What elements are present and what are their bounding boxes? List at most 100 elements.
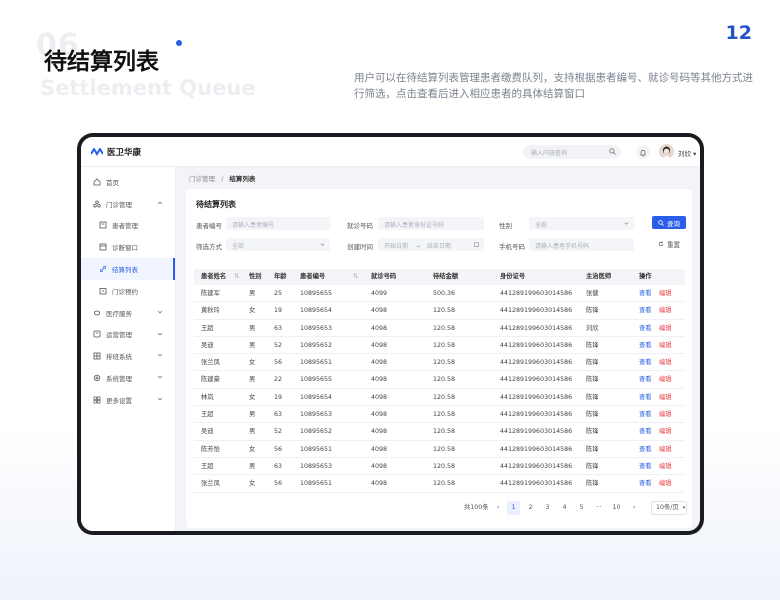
view-link[interactable]: 查看 bbox=[639, 406, 652, 423]
edit-link[interactable]: 编辑 bbox=[659, 458, 672, 475]
cell-patient-no: 10895653 bbox=[300, 462, 333, 470]
user-menu[interactable]: 刘欣 ▾ bbox=[678, 148, 696, 158]
table-row[interactable]: 张兰凤 女 56 10895651 4098 120.58 4412891996030145… bbox=[194, 475, 685, 493]
search-button-label: 查询 bbox=[667, 219, 680, 228]
page-title: 待结算列表 bbox=[44, 49, 159, 75]
edit-link[interactable]: 编辑 bbox=[659, 406, 672, 423]
cell-gender: 男 bbox=[249, 411, 256, 419]
cell-age: 56 bbox=[274, 359, 283, 367]
search-icon[interactable] bbox=[609, 148, 616, 155]
patient-no-input[interactable]: 请输入患者编号 bbox=[226, 217, 330, 230]
edit-link[interactable]: 编辑 bbox=[659, 389, 672, 406]
cell-amount: 120.58 bbox=[433, 411, 456, 419]
sidebar-item-patients[interactable]: 患者管理 bbox=[81, 215, 175, 237]
col-name: 患者姓名 bbox=[201, 273, 227, 280]
gender-select[interactable]: 全部 bbox=[529, 217, 634, 230]
view-link[interactable]: 查看 bbox=[639, 441, 652, 458]
search-input[interactable]: 输入内容查询 bbox=[523, 145, 621, 159]
cell-visit-no: 4098 bbox=[371, 462, 388, 470]
cell-id-card: 441289199603014586 bbox=[500, 324, 573, 332]
edit-link[interactable]: 编辑 bbox=[659, 337, 672, 354]
sort-icon[interactable]: ⇅ bbox=[353, 269, 358, 285]
date-range-picker[interactable]: 开始日期 → 结束日期 bbox=[378, 238, 484, 251]
cell-doctor: 陈锋 bbox=[586, 445, 599, 453]
sidebar-item-settlement[interactable]: 结算列表 bbox=[81, 258, 175, 280]
page-4[interactable]: 4 bbox=[558, 501, 571, 515]
filter-mode-label: 筛选方式 bbox=[196, 243, 222, 251]
sidebar-item-label: 首页 bbox=[106, 178, 119, 187]
view-link[interactable]: 查看 bbox=[639, 389, 652, 406]
link-icon bbox=[99, 266, 107, 273]
table-row[interactable]: 吴迪 男 52 10895652 4098 120.58 44128919960301458… bbox=[194, 337, 685, 355]
view-link[interactable]: 查看 bbox=[639, 354, 652, 371]
table-row[interactable]: 王超 男 63 10895653 4098 120.58 44128919960301458… bbox=[194, 406, 685, 424]
sidebar-item-operation[interactable]: 运营管理 bbox=[81, 324, 175, 346]
table-row[interactable]: 陈建豪 男 22 10895655 4098 120.58 4412891996030145… bbox=[194, 371, 685, 389]
sidebar-item-medical[interactable]: 医疗服务 bbox=[81, 302, 175, 324]
cell-amount: 120.58 bbox=[433, 462, 456, 470]
notification-button[interactable] bbox=[636, 145, 650, 159]
view-link[interactable]: 查看 bbox=[639, 423, 652, 440]
sidebar-item-clinic[interactable]: 门诊管理 bbox=[81, 193, 175, 215]
search-button[interactable]: 查询 bbox=[652, 216, 686, 229]
app-logo[interactable]: 医卫华康 bbox=[91, 146, 141, 158]
edit-link[interactable]: 编辑 bbox=[659, 371, 672, 388]
sidebar-item-schedule[interactable]: 排班系统 bbox=[81, 345, 175, 367]
visit-no-input[interactable]: 请输入患者身份证号码 bbox=[378, 217, 484, 230]
table-row[interactable]: 林岚 女 19 10895654 4098 120.58 44128919960301458… bbox=[194, 389, 685, 407]
cell-patient-no: 10895654 bbox=[300, 393, 333, 401]
sidebar-item-home[interactable]: 首页 bbox=[81, 171, 175, 193]
cell-name: 吴迪 bbox=[201, 428, 214, 436]
view-link[interactable]: 查看 bbox=[639, 302, 652, 319]
table-row[interactable]: 黄秋玲 女 19 10895654 4098 120.58 4412891996030145… bbox=[194, 302, 685, 320]
table-row[interactable]: 吴迪 男 52 10895652 4098 120.58 44128919960301458… bbox=[194, 423, 685, 441]
page-size-select[interactable]: 10条/页 ▾ bbox=[651, 501, 687, 515]
page-3[interactable]: 3 bbox=[541, 501, 554, 515]
reset-button[interactable]: 重置 bbox=[652, 237, 686, 250]
edit-link[interactable]: 编辑 bbox=[659, 441, 672, 458]
table-body: 陈建军男 25 10895655 4099 500.36 4412891996030145… bbox=[194, 285, 685, 493]
view-link[interactable]: 查看 bbox=[639, 320, 652, 337]
sidebar-item-diagnosis[interactable]: 诊断窗口 bbox=[81, 236, 175, 258]
col-age: 年龄 bbox=[274, 273, 287, 280]
sidebar-item-appointment[interactable]: 门诊预约 bbox=[81, 280, 175, 302]
edit-link[interactable]: 编辑 bbox=[659, 302, 672, 319]
edit-link[interactable]: 编辑 bbox=[659, 475, 672, 492]
table-row[interactable]: 王超 男 63 10895653 4098 120.58 44128919960301458… bbox=[194, 320, 685, 337]
view-link[interactable]: 查看 bbox=[639, 475, 652, 492]
edit-link[interactable]: 编辑 bbox=[659, 423, 672, 440]
breadcrumb-parent[interactable]: 门诊管理 bbox=[189, 175, 215, 183]
page-2[interactable]: 2 bbox=[524, 501, 537, 515]
filter-mode-select[interactable]: 全部 bbox=[226, 238, 330, 251]
view-link[interactable]: 查看 bbox=[639, 337, 652, 354]
table-row[interactable]: 陈芳怡 女 56 10895651 4098 120.58 4412891996030145… bbox=[194, 441, 685, 458]
phone-input[interactable]: 请输入患者手机号码 bbox=[529, 238, 634, 251]
next-page-button[interactable]: › bbox=[629, 501, 639, 515]
page-5[interactable]: 5 bbox=[575, 501, 588, 515]
sidebar-item-label: 诊断窗口 bbox=[112, 244, 138, 253]
view-link[interactable]: 查看 bbox=[639, 371, 652, 388]
view-link[interactable]: 查看 bbox=[639, 458, 652, 475]
avatar[interactable] bbox=[659, 144, 674, 159]
sidebar-item-system[interactable]: 系统管理 bbox=[81, 367, 175, 389]
page-10[interactable]: 10 bbox=[610, 501, 623, 515]
cell-gender: 男 bbox=[249, 290, 256, 297]
table-row[interactable]: 王超 男 63 10895653 4098 120.58 44128919960301458… bbox=[194, 458, 685, 476]
cell-age: 19 bbox=[274, 307, 283, 315]
panel-title: 待结算列表 bbox=[196, 200, 236, 209]
pagination-ellipsis[interactable]: ··· bbox=[592, 501, 605, 515]
view-link[interactable]: 查看 bbox=[639, 285, 652, 302]
settlement-panel: 待结算列表 患者编号 请输入患者编号 就诊号码 请输入患者身份证号码 性别 全部… bbox=[186, 189, 692, 528]
table-row[interactable]: 陈建军 男 25 10895655 4099 500.36 4412891996030145… bbox=[194, 285, 685, 303]
edit-link[interactable]: 编辑 bbox=[659, 354, 672, 371]
edit-link[interactable]: 编辑 bbox=[659, 285, 672, 302]
sidebar-item-more[interactable]: 更多设置 bbox=[81, 389, 175, 411]
table-row[interactable]: 张兰凤 女 56 10895651 4098 120.58 4412891996030145… bbox=[194, 354, 685, 372]
cell-gender: 男 bbox=[249, 462, 256, 470]
sort-icon[interactable]: ⇅ bbox=[234, 269, 239, 285]
page-1[interactable]: 1 bbox=[507, 501, 520, 515]
prev-page-button[interactable]: ‹ bbox=[493, 501, 503, 515]
cell-age: 63 bbox=[274, 411, 283, 419]
app-screen: 医卫华康 输入内容查询 刘欣 ▾ 首页 门诊管理 患者管理 诊断窗口 结算列表 … bbox=[81, 137, 700, 531]
edit-link[interactable]: 编辑 bbox=[659, 320, 672, 337]
